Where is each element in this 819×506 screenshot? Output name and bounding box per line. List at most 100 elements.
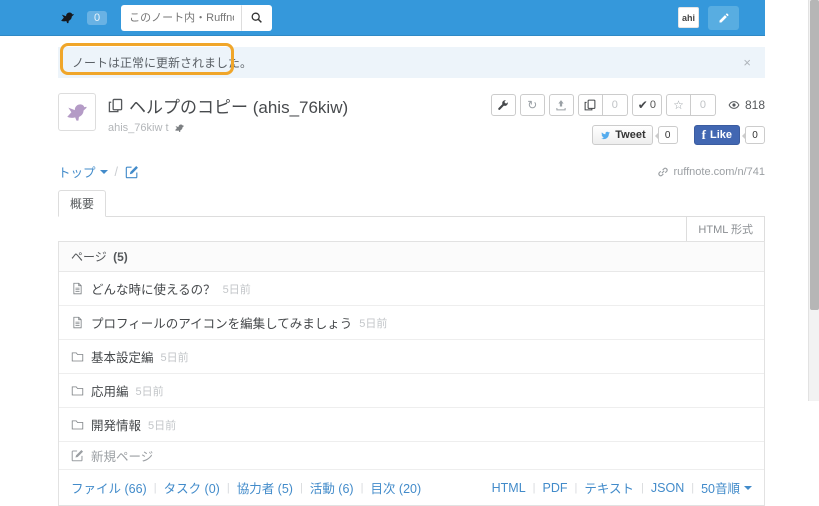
like-label: Like [709,129,732,141]
separator: | [299,481,303,494]
navbar-right: ahi [678,5,739,30]
owner-line: ahis_76kiw t [108,122,348,134]
folder-icon [71,384,84,397]
new-page-row[interactable]: 新規ページ [59,442,764,470]
footer-link-text[interactable]: テキスト [584,478,634,497]
facebook-like-button[interactable]: f Like [693,125,740,145]
star-icon: ☆ [673,98,684,112]
user-avatar[interactable]: ahi [678,7,699,28]
separator: | [153,481,157,494]
sort-order-dropdown[interactable]: 50音順 [701,478,752,497]
new-note-button[interactable] [708,5,739,30]
search-icon [250,11,263,24]
close-icon[interactable]: × [743,56,751,69]
like-count[interactable]: 0 [742,126,765,144]
permalink-url: ruffnote.com/n/741 [673,165,765,178]
notification-badge[interactable]: 0 [87,10,108,25]
breadcrumb-separator: / [114,164,118,179]
link-icon [657,166,669,178]
separator: | [574,481,578,494]
footer-link-toc[interactable]: 目次 (20) [370,478,421,497]
page: 0 ahi ノートは正常に更新されました。 × [0,0,765,506]
separator: | [360,481,364,494]
list-item[interactable]: 応用編 5日前 [59,374,764,408]
footer-link-json[interactable]: JSON [651,481,684,495]
upload-button[interactable] [548,94,574,116]
edit-page-icon[interactable] [125,165,139,179]
footer-link-files[interactable]: ファイル (66) [71,478,147,497]
footer-link-pdf[interactable]: PDF [543,481,568,495]
bird-icon [173,122,186,134]
search-input[interactable] [121,4,242,31]
pages-label: ページ [71,250,107,264]
tweet-count[interactable]: 0 [654,126,678,144]
copy-icon [108,98,123,113]
note-toolbar: ↻ 0 ✔ 0 ☆ 0 818 [490,94,765,116]
pages-panel: ページ (5) どんな時に使えるの？ 5日前 プロフィールのアイコンを編集してみ… [58,241,765,506]
footer-link-activity[interactable]: 活動 (6) [310,478,354,497]
copy-note-button[interactable] [577,94,603,116]
timestamp: 5日前 [148,419,177,432]
page-link[interactable]: プロフィールのアイコンを編集してみましょう [91,313,352,332]
page-link[interactable]: 開発情報 [91,415,141,434]
refresh-icon: ↻ [527,98,538,112]
check-button[interactable]: ✔ 0 [631,94,662,116]
scrollbar-thumb[interactable] [810,0,819,310]
view-count: 818 [744,98,765,112]
settings-button[interactable] [490,94,516,116]
separator: | [641,481,644,494]
main-container: ノートは正常に更新されました。 × ヘルプのコピー (ahis_76kiw) a… [58,43,765,506]
footer-link-html[interactable]: HTML [492,481,526,495]
timestamp: 5日前 [222,283,251,296]
pencil-icon [718,12,730,24]
eye-icon [727,99,741,111]
breadcrumb-top-link[interactable]: トップ [58,162,108,181]
page-link[interactable]: 基本設定編 [91,347,154,366]
footer-right-links: HTML | PDF | テキスト | JSON | 50音順 [492,478,752,497]
title-column: ヘルプのコピー (ahis_76kiw) ahis_76kiw t [108,93,348,145]
page-link[interactable]: どんな時に使えるの？ [91,279,216,298]
breadcrumb-label: トップ [58,166,96,180]
tweet-widget: Tweet 0 [592,125,678,145]
footer-link-collaborators[interactable]: 協力者 (5) [237,478,293,497]
folder-icon [71,350,84,363]
breadcrumb: トップ / ruffnote.com/n/741 [58,162,765,181]
search-button[interactable] [241,4,273,31]
page-link[interactable]: 応用編 [91,381,129,400]
list-item[interactable]: 基本設定編 5日前 [59,340,764,374]
footer-link-tasks[interactable]: タスク (0) [164,478,220,497]
html-format-button[interactable]: HTML 形式 [686,217,765,241]
ruffnote-bird-logo-icon[interactable] [58,9,78,27]
alert-message: ノートは正常に更新されました。 [72,56,253,70]
list-item[interactable]: プロフィールのアイコンを編集してみましょう 5日前 [59,306,764,340]
search-group [121,4,273,31]
like-widget: f Like 0 [693,125,765,145]
list-item[interactable]: 開発情報 5日前 [59,408,764,442]
star-button[interactable]: ☆ [665,94,691,116]
facebook-icon: f [701,127,706,142]
list-item[interactable]: どんな時に使えるの？ 5日前 [59,272,764,306]
star-count[interactable]: 0 [690,94,716,116]
twitter-bird-icon [599,130,612,141]
refresh-button[interactable]: ↻ [519,94,545,116]
timestamp: 5日前 [359,317,388,330]
purple-bird-avatar-icon [67,104,87,121]
upload-icon [555,99,567,111]
folder-icon [71,418,84,431]
pages-header: ページ (5) [59,242,764,272]
pages-count: (5) [113,250,128,264]
copy-count[interactable]: 0 [602,94,628,116]
owner-name[interactable]: ahis_76kiw t [108,122,169,134]
tab-overview[interactable]: 概要 [58,190,107,217]
separator: | [691,481,695,494]
permalink[interactable]: ruffnote.com/n/741 [657,166,765,178]
check-count: 0 [649,99,656,111]
new-page-link[interactable]: 新規ページ [91,446,153,465]
star-count-group: ☆ 0 [665,94,716,116]
note-actions: ↻ 0 ✔ 0 ☆ 0 818 Tweet 0 f Like 0 [490,93,765,145]
note-avatar[interactable] [58,93,96,131]
success-alert: ノートは正常に更新されました。 × [58,43,765,78]
vertical-scrollbar[interactable] [808,0,819,401]
social-buttons: Tweet 0 f Like 0 [491,125,765,145]
tweet-button[interactable]: Tweet [592,125,653,145]
